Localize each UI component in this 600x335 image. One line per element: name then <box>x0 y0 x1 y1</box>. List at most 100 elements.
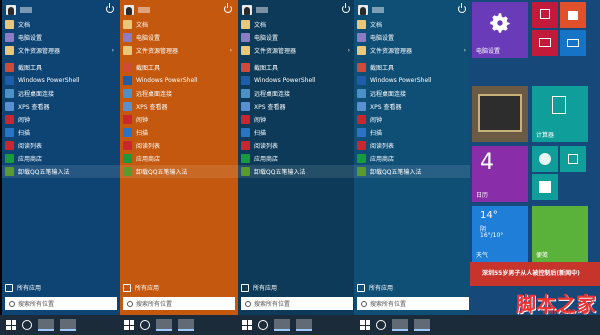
menu-item[interactable]: 卸载QQ五笔输入法 <box>120 165 238 178</box>
taskbar-app-icon[interactable] <box>414 319 430 331</box>
chevron-right-icon[interactable]: › <box>230 47 232 54</box>
menu-item[interactable]: 截图工具 <box>238 61 356 74</box>
taskbar-app-icon[interactable] <box>274 319 290 331</box>
menu-item[interactable]: Windows PowerShell <box>120 74 238 87</box>
search-icon[interactable] <box>22 320 32 330</box>
user-account[interactable] <box>242 4 268 16</box>
menu-item[interactable]: 电脑设置 <box>2 31 120 44</box>
windows-logo-icon[interactable] <box>360 320 370 330</box>
taskbar-app-icon[interactable] <box>38 319 54 331</box>
search-input[interactable]: 搜索所有位置 <box>5 297 117 310</box>
search-icon[interactable] <box>140 320 150 330</box>
menu-item[interactable]: 阅读列表 <box>120 139 238 152</box>
tile-news[interactable]: 深圳55岁男子从人被控制后(新闻中) <box>470 262 600 286</box>
chevron-right-icon[interactable]: › <box>112 47 114 54</box>
menu-item[interactable]: 闹钟 <box>120 113 238 126</box>
menu-item[interactable]: 文档 <box>120 18 238 31</box>
menu-item[interactable]: 阅读列表 <box>2 139 120 152</box>
menu-item[interactable]: 应用商店 <box>2 152 120 165</box>
tile-weather[interactable]: 14° 阴 16°/10° 天气 <box>472 206 528 262</box>
tile-calculator[interactable]: 计算器 <box>532 86 588 142</box>
tile-calendar[interactable]: 4 日历 <box>472 146 528 202</box>
menu-item[interactable]: XPS 查看器 <box>120 100 238 113</box>
menu-item[interactable]: 截图工具 <box>354 61 472 74</box>
menu-item[interactable]: 远程桌面连接 <box>354 87 472 100</box>
power-icon[interactable] <box>106 3 114 13</box>
search-icon[interactable] <box>258 320 268 330</box>
chevron-right-icon[interactable]: › <box>464 47 466 54</box>
menu-item[interactable]: 远程桌面连接 <box>238 87 356 100</box>
menu-item[interactable]: 文件资源管理器 › <box>2 44 120 57</box>
tile-photo[interactable] <box>472 86 528 142</box>
search-input[interactable]: 搜索所有位置 <box>241 297 353 310</box>
menu-item[interactable]: 扫描 <box>2 126 120 139</box>
tile-home[interactable] <box>560 2 586 28</box>
menu-item[interactable]: 扫描 <box>354 126 472 139</box>
folder-icon <box>123 20 132 29</box>
menu-item[interactable]: 文件资源管理器 › <box>354 44 472 57</box>
menu-item[interactable]: 阅读列表 <box>238 139 356 152</box>
menu-item[interactable]: 闹钟 <box>238 113 356 126</box>
menu-item[interactable]: 闹钟 <box>354 113 472 126</box>
menu-item[interactable]: 文档 <box>354 18 472 31</box>
tile-app-small[interactable] <box>560 146 586 172</box>
power-icon[interactable] <box>458 3 466 13</box>
menu-item[interactable]: 文件资源管理器 › <box>238 44 356 57</box>
taskbar-app-icon[interactable] <box>156 319 172 331</box>
menu-item[interactable]: 扫描 <box>238 126 356 139</box>
menu-item[interactable]: 文档 <box>238 18 356 31</box>
search-input[interactable]: 搜索所有位置 <box>357 297 469 310</box>
menu-item[interactable]: 应用商店 <box>120 152 238 165</box>
windows-logo-icon[interactable] <box>124 320 134 330</box>
menu-item[interactable]: 卸载QQ五笔输入法 <box>238 165 356 178</box>
menu-item[interactable]: 卸载QQ五笔输入法 <box>2 165 120 178</box>
user-account[interactable] <box>124 4 150 16</box>
menu-item[interactable]: 远程桌面连接 <box>120 87 238 100</box>
all-apps-button[interactable]: 所有应用 <box>357 283 393 292</box>
menu-item[interactable]: 应用商店 <box>238 152 356 165</box>
windows-logo-icon[interactable] <box>242 320 252 330</box>
search-input[interactable]: 搜索所有位置 <box>123 297 235 310</box>
user-account[interactable] <box>358 4 384 16</box>
search-icon[interactable] <box>376 320 386 330</box>
menu-item[interactable]: XPS 查看器 <box>354 100 472 113</box>
menu-item[interactable]: 截图工具 <box>120 61 238 74</box>
menu-item[interactable]: XPS 查看器 <box>2 100 120 113</box>
power-icon[interactable] <box>342 3 350 13</box>
tile-pc-settings[interactable]: 电脑设置 <box>472 2 528 58</box>
taskbar-app-icon[interactable] <box>60 319 76 331</box>
menu-item[interactable]: 应用商店 <box>354 152 472 165</box>
menu-item[interactable]: XPS 查看器 <box>238 100 356 113</box>
tile-paint[interactable] <box>532 146 558 172</box>
windows-logo-icon[interactable] <box>6 320 16 330</box>
tile-word[interactable] <box>532 174 558 200</box>
taskbar-app-icon[interactable] <box>178 319 194 331</box>
menu-item[interactable]: 卸载QQ五笔输入法 <box>354 165 472 178</box>
tile-video[interactable] <box>532 30 558 56</box>
menu-item[interactable]: Windows PowerShell <box>354 74 472 87</box>
taskbar-app-icon[interactable] <box>392 319 408 331</box>
all-apps-button[interactable]: 所有应用 <box>123 283 159 292</box>
user-account[interactable] <box>6 4 32 16</box>
menu-item[interactable]: 阅读列表 <box>354 139 472 152</box>
chevron-right-icon[interactable]: › <box>348 47 350 54</box>
tile-store-small[interactable] <box>532 2 558 28</box>
menu-item[interactable]: 截图工具 <box>2 61 120 74</box>
tile-mail[interactable] <box>560 30 586 56</box>
menu-item[interactable]: 远程桌面连接 <box>2 87 120 100</box>
menu-item[interactable]: Windows PowerShell <box>238 74 356 87</box>
menu-item[interactable]: 文档 <box>2 18 120 31</box>
all-apps-button[interactable]: 所有应用 <box>5 283 41 292</box>
menu-item[interactable]: Windows PowerShell <box>2 74 120 87</box>
tile-notes[interactable]: 便笺 <box>532 206 588 262</box>
menu-item-label: 扫描 <box>136 130 149 137</box>
menu-item[interactable]: 电脑设置 <box>238 31 356 44</box>
menu-item[interactable]: 电脑设置 <box>354 31 472 44</box>
menu-item[interactable]: 电脑设置 <box>120 31 238 44</box>
menu-item[interactable]: 闹钟 <box>2 113 120 126</box>
menu-item[interactable]: 扫描 <box>120 126 238 139</box>
all-apps-button[interactable]: 所有应用 <box>241 283 277 292</box>
menu-item[interactable]: 文件资源管理器 › <box>120 44 238 57</box>
taskbar-app-icon[interactable] <box>296 319 312 331</box>
power-icon[interactable] <box>224 3 232 13</box>
